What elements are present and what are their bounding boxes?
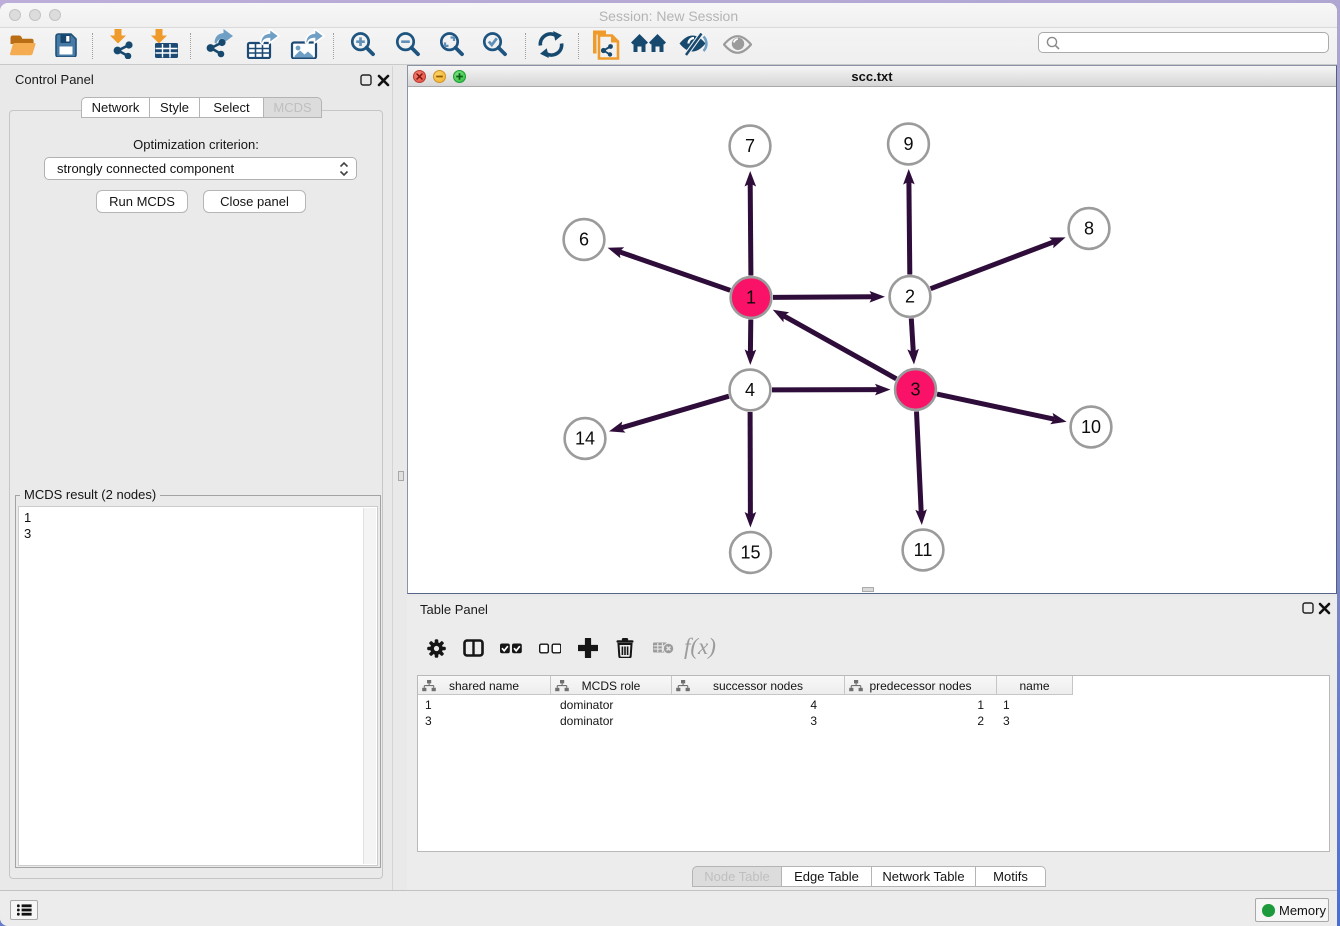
svg-text:3: 3 (910, 380, 920, 400)
svg-text:6: 6 (579, 230, 589, 250)
svg-text:4: 4 (745, 380, 755, 400)
svg-text:8: 8 (1084, 219, 1094, 239)
svg-text:1: 1 (746, 288, 756, 308)
svg-text:9: 9 (903, 134, 913, 154)
svg-text:11: 11 (914, 540, 933, 560)
svg-text:14: 14 (575, 429, 595, 449)
svg-text:2: 2 (905, 287, 915, 307)
svg-text:7: 7 (745, 136, 755, 156)
svg-text:15: 15 (740, 543, 760, 563)
svg-text:10: 10 (1081, 417, 1101, 437)
